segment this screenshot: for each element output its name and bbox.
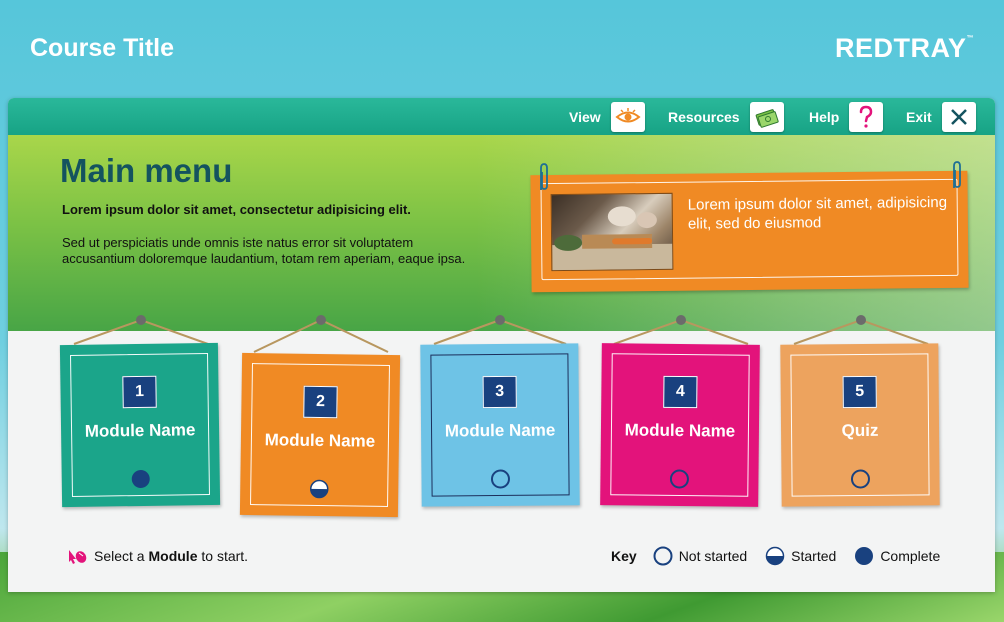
key-not-started: Not started: [653, 546, 747, 566]
not-started-status-icon: [850, 469, 870, 489]
module-card-1[interactable]: 1 Module Name: [59, 342, 221, 508]
module-number: 3: [482, 375, 517, 409]
module-card-2[interactable]: 2 Module Name: [239, 352, 401, 518]
module-name: Module Name: [84, 420, 196, 441]
key-started: Started: [765, 546, 836, 566]
main-panel: View Resources Help Exit Main menu Lorem…: [8, 98, 995, 592]
hanging-strings: [73, 315, 929, 353]
module-name: Module Name: [444, 420, 556, 441]
started-status-icon: [309, 479, 329, 499]
not-started-icon: [653, 546, 673, 566]
not-started-status-icon: [669, 469, 689, 489]
brand-logo: REDTRAY™: [834, 33, 974, 63]
complete-icon: [855, 547, 874, 565]
not-started-status-icon: [490, 469, 510, 489]
mouse-pointer-icon: [69, 550, 87, 564]
started-icon: [765, 546, 785, 566]
module-number: 4: [663, 375, 698, 409]
module-card-3[interactable]: 3 Module Name: [420, 343, 580, 507]
status-key: Key Not started Started Complete: [611, 546, 941, 566]
module-number: 2: [303, 385, 338, 419]
module-name: Module Name: [264, 430, 376, 451]
module-name: Module Name: [624, 420, 736, 441]
key-complete: Complete: [854, 546, 940, 566]
module-card-4[interactable]: 4 Module Name: [600, 343, 760, 507]
module-name: Quiz: [841, 420, 879, 441]
module-card-5[interactable]: 5 Quiz: [780, 343, 940, 507]
select-module-hint: Select a Module to start.: [66, 547, 248, 565]
module-number: 5: [842, 375, 877, 409]
course-title: Course Title: [30, 34, 175, 62]
complete-status-icon: [131, 469, 150, 488]
module-number: 1: [122, 375, 157, 409]
